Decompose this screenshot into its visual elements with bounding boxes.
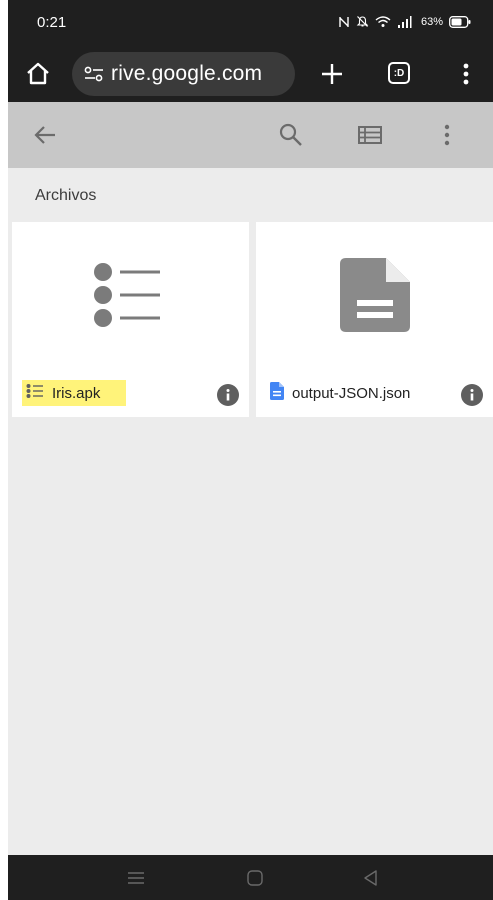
home-nav-icon[interactable] [245,868,265,888]
plus-icon[interactable] [318,60,346,88]
tabs-icon[interactable]: :D [388,62,410,84]
file-name-highlight: Iris.apk [22,380,127,406]
section-title: Archivos [35,187,97,204]
recent-apps-icon[interactable] [126,868,146,888]
list-view-icon[interactable] [357,122,383,148]
search-icon[interactable] [278,122,304,148]
toolbar-more-vert-icon[interactable] [434,122,460,148]
nfc-icon [338,16,350,28]
back-arrow-icon[interactable] [32,122,58,148]
document-icon [339,257,410,337]
file-name: Iris.apk [52,384,101,402]
battery-percent: 63% [420,15,443,28]
file-card-footer: output-JSON.json [256,372,493,417]
system-nav-bar [8,855,493,900]
list-icon [93,262,169,333]
status-bar: 0:21 63% [8,0,493,46]
browser-bar: rive.google.com :D [8,46,493,102]
home-icon[interactable] [24,60,52,88]
info-icon[interactable] [461,384,483,406]
file-name-wrap: output-JSON.json [266,380,436,406]
file-card-output-json[interactable]: output-JSON.json [256,222,493,417]
doc-blue-icon [270,381,284,405]
small-list-icon [26,383,44,404]
mute-icon [356,15,369,28]
back-nav-icon[interactable] [361,868,381,888]
status-time: 0:21 [37,14,67,31]
app-toolbar [8,102,493,168]
status-icons: 63% [338,15,471,28]
file-name: output-JSON.json [292,384,411,402]
battery-icon [449,15,471,28]
site-settings-icon[interactable] [83,64,105,84]
more-vert-icon[interactable] [456,60,476,88]
info-icon[interactable] [217,384,239,406]
file-thumbnail [256,222,493,372]
url-text: rive.google.com [111,62,263,85]
file-card-iris[interactable]: Iris.apk [12,222,249,417]
signal-icon [397,15,413,28]
wifi-icon [375,15,391,28]
file-card-footer: Iris.apk [12,372,249,417]
address-bar[interactable]: rive.google.com [72,52,295,96]
file-thumbnail [12,222,249,372]
phone-screen: 0:21 63% rive.google.com:D Archivos Iri… [8,0,493,900]
